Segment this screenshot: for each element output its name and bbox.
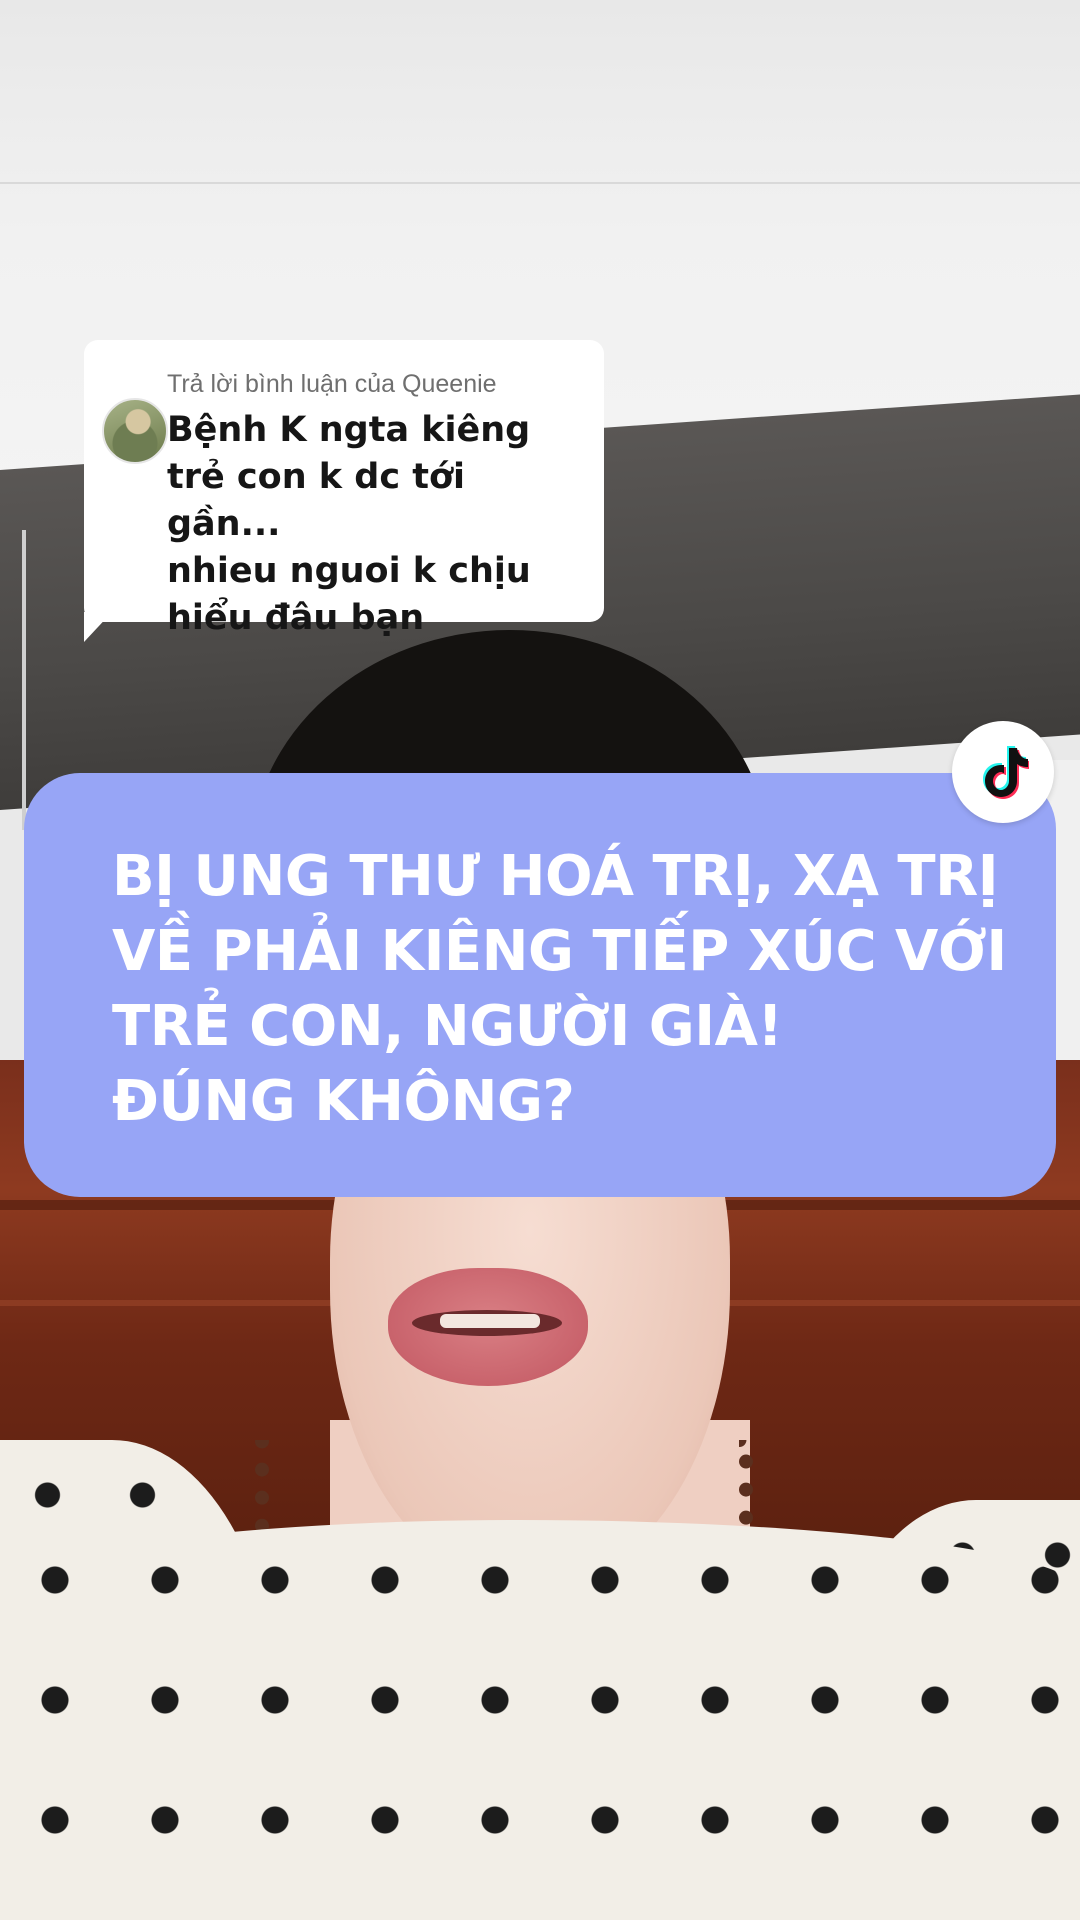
teeth bbox=[440, 1314, 540, 1328]
headline-text: BỊ UNG THƯ HOÁ TRỊ, XẠ TRỊ VỀ PHẢI KIÊNG… bbox=[112, 844, 1007, 1134]
reply-comment-header: Trả lời bình luận của Queenie bbox=[167, 370, 497, 398]
commenter-avatar[interactable] bbox=[102, 398, 168, 464]
reply-bubble-tail bbox=[84, 612, 112, 642]
reply-comment-text: Bệnh K ngta kiêng trẻ con k dc tới gần..… bbox=[167, 410, 531, 638]
tiktok-badge[interactable] bbox=[952, 721, 1054, 823]
headline-card: BỊ UNG THƯ HOÁ TRỊ, XẠ TRỊ VỀ PHẢI KIÊNG… bbox=[24, 773, 1056, 1197]
tiktok-logo-icon bbox=[983, 746, 1029, 799]
wall-pole bbox=[22, 530, 26, 830]
reply-comment-bubble[interactable]: Trả lời bình luận của Queenie Bệnh K ngt… bbox=[84, 340, 604, 638]
polka-dot-blouse bbox=[0, 1520, 1080, 1920]
wall-edge bbox=[0, 182, 1080, 184]
